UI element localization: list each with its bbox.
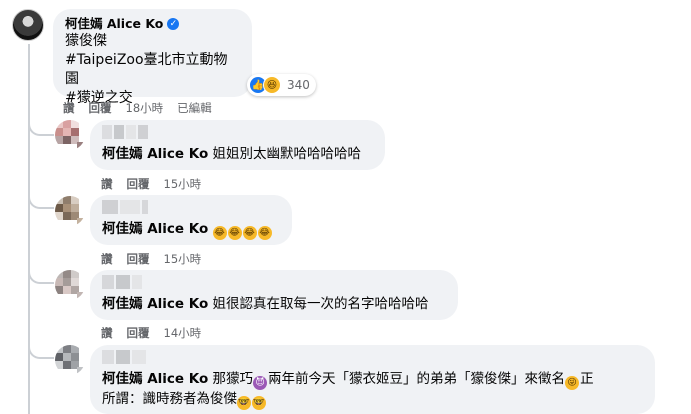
reply-body — [208, 221, 212, 237]
reply-text-line-2: 所謂：識時務者為俊傑🤓 🤓 — [102, 390, 643, 410]
comment-line-1: 獴俊傑 — [65, 33, 107, 49]
rofl-emoji-icon: 😂 — [257, 226, 272, 240]
reply-button[interactable]: 回覆 — [127, 176, 150, 192]
reply-button[interactable]: 回覆 — [89, 100, 112, 116]
comment-author[interactable]: 柯佳嫣 Alice Ko ✓ — [65, 15, 240, 32]
rofl-emoji-icon: 😂 — [227, 226, 242, 240]
reply-connector — [28, 341, 54, 359]
reply-body: 那獴巧 — [208, 371, 254, 387]
smiling-devil-emoji-icon: 😈 — [253, 376, 268, 390]
haha-reaction-icon: 😆 — [263, 76, 281, 94]
main-comment-bubble: 柯佳嫣 Alice Ko ✓ 獴俊傑 #TaipeiZoo臺北市立動物園 #獴逆… — [53, 9, 252, 106]
avatar[interactable] — [55, 120, 85, 150]
thread-line — [28, 44, 30, 414]
reply-bubble: 柯佳嫣 Alice Ko 姐很認真在取每一次的名字哈哈哈哈 — [90, 270, 458, 320]
reply-text: 柯佳嫣 Alice Ko 那獴巧 😈 兩年前今天「獴衣姬豆」的弟弟「獴俊傑」來徵名 😜… — [102, 370, 643, 390]
avatar[interactable] — [55, 196, 85, 226]
author-name[interactable]: 柯佳嫣 Alice Ko — [65, 15, 163, 32]
mention-link[interactable]: 柯佳嫣 Alice Ko — [102, 371, 208, 387]
reply-bubble: 柯佳嫣 Alice Ko 姐姐別太幽默哈哈哈哈哈 — [90, 120, 385, 170]
rofl-emoji-icon: 😂 — [242, 226, 257, 240]
reaction-summary[interactable]: 👍 😆 340 — [247, 74, 316, 96]
nerd-face-emoji-icon: 🤓 — [237, 396, 251, 410]
reply-bubble: 柯佳嫣 Alice Ko 那獴巧 😈 兩年前今天「獴衣姬豆」的弟弟「獴俊傑」來徵名 😜… — [90, 345, 655, 414]
mention-link[interactable]: 柯佳嫣 Alice Ko — [102, 221, 208, 237]
avatar[interactable] — [55, 345, 85, 375]
like-button[interactable]: 讚 — [101, 176, 113, 192]
comment-actions: 讚 回覆 18小時 已編輯 — [63, 100, 212, 116]
like-button[interactable]: 讚 — [63, 100, 75, 116]
reply-body: 兩年前今天「獴衣姬豆」的弟弟「獴俊傑」來徵名 — [268, 371, 566, 387]
reply-text: 柯佳嫣 Alice Ko 姐很認真在取每一次的名字哈哈哈哈 — [102, 295, 446, 314]
reply-connector — [28, 118, 54, 136]
winking-tongue-emoji-icon: 😜 — [565, 376, 580, 390]
reply-body: 所謂：識時務者為俊傑 — [102, 391, 237, 407]
reply-button[interactable]: 回覆 — [127, 325, 150, 341]
rofl-emoji-icon: 😂 — [212, 226, 227, 240]
reply-actions: 讚 回覆 15小時 — [101, 251, 201, 267]
nerd-face-emoji-icon: 🤓 — [252, 396, 266, 410]
timestamp[interactable]: 18小時 — [126, 100, 164, 116]
mention-link[interactable]: 柯佳嫣 Alice Ko — [102, 296, 208, 312]
edited-label: 已編輯 — [177, 101, 212, 115]
reply-body: 姐姐別太幽默哈哈哈哈哈 — [208, 146, 362, 162]
avatar[interactable] — [55, 270, 85, 300]
reply-text: 柯佳嫣 Alice Ko 😂 😂 😂 😂 — [102, 220, 280, 240]
reply-connector — [28, 191, 54, 209]
redacted-name — [102, 275, 446, 291]
reply-bubble: 柯佳嫣 Alice Ko 😂 😂 😂 😂 — [90, 195, 292, 245]
avatar[interactable] — [12, 9, 44, 41]
reply-body: 正 — [580, 371, 594, 387]
redacted-name — [102, 350, 643, 366]
reply-button[interactable]: 回覆 — [127, 251, 150, 267]
timestamp[interactable]: 15小時 — [164, 251, 202, 267]
reaction-count: 340 — [287, 78, 310, 92]
timestamp[interactable]: 14小時 — [164, 325, 202, 341]
reply-text: 柯佳嫣 Alice Ko 姐姐別太幽默哈哈哈哈哈 — [102, 145, 373, 164]
verified-badge-icon: ✓ — [167, 17, 180, 30]
reply-actions: 讚 回覆 14小時 — [101, 325, 201, 341]
mention-link[interactable]: 柯佳嫣 Alice Ko — [102, 146, 208, 162]
redacted-name — [102, 125, 373, 141]
like-button[interactable]: 讚 — [101, 325, 113, 341]
timestamp[interactable]: 15小時 — [164, 176, 202, 192]
reply-connector — [28, 266, 54, 284]
redacted-name — [102, 200, 280, 216]
reply-actions: 讚 回覆 15小時 — [101, 176, 201, 192]
reply-body: 姐很認真在取每一次的名字哈哈哈哈 — [208, 296, 429, 312]
like-button[interactable]: 讚 — [101, 251, 113, 267]
hashtag-taipeizoo[interactable]: #TaipeiZoo臺北市立動物園 — [65, 51, 240, 89]
